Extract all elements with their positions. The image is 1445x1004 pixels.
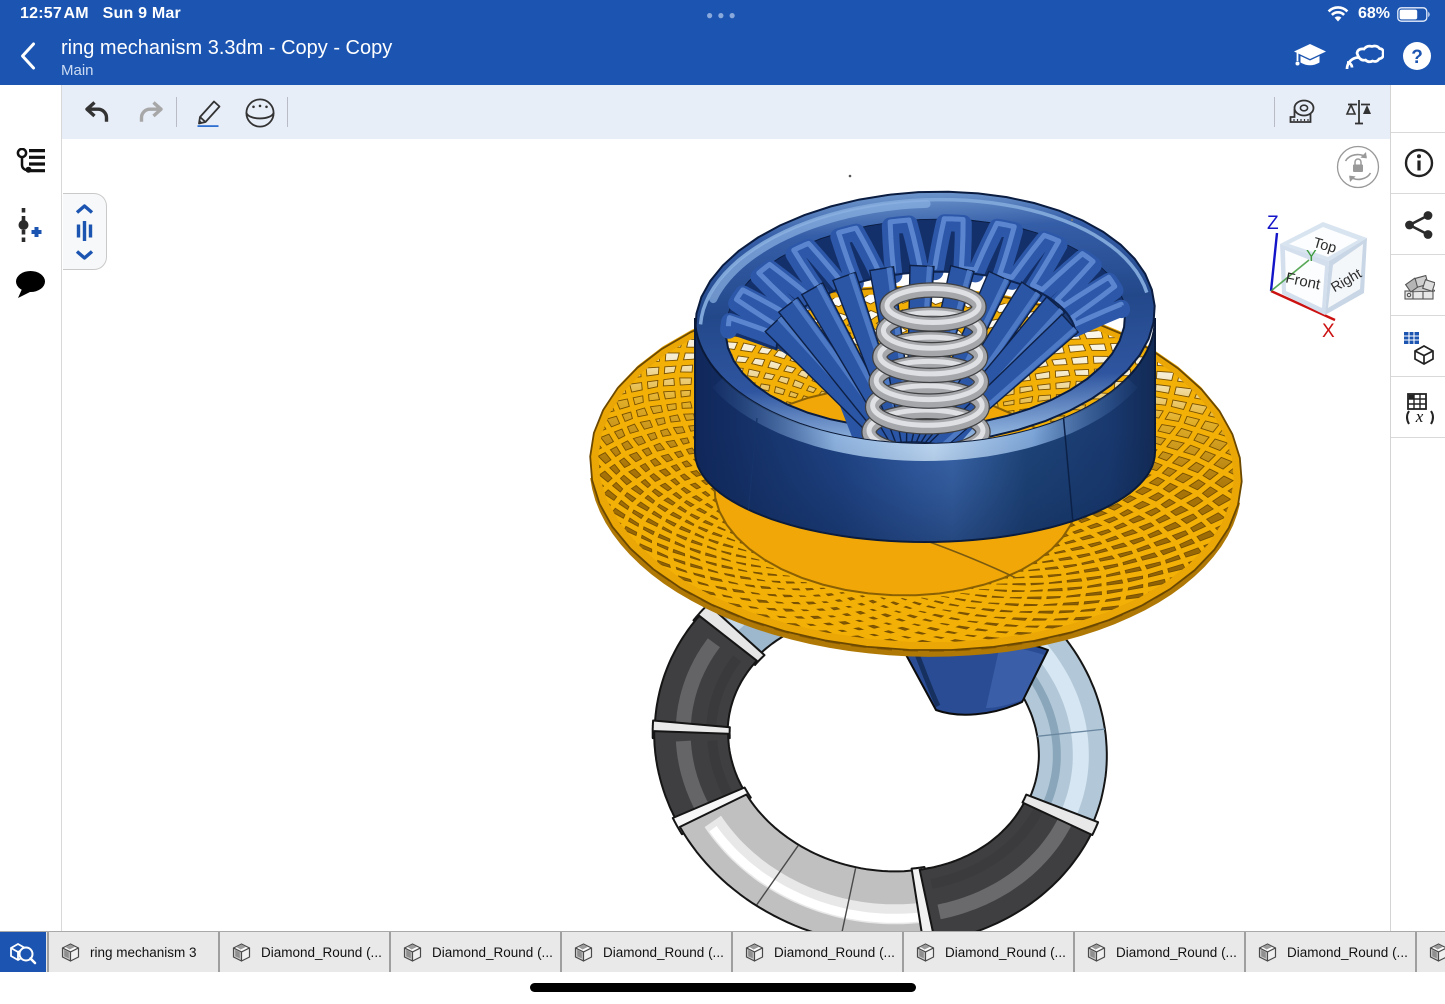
svg-text:?: ? (1411, 47, 1423, 68)
svg-text:X: X (1322, 321, 1335, 342)
svg-text:Z: Z (1267, 213, 1279, 234)
svg-text:x: x (1415, 407, 1424, 425)
